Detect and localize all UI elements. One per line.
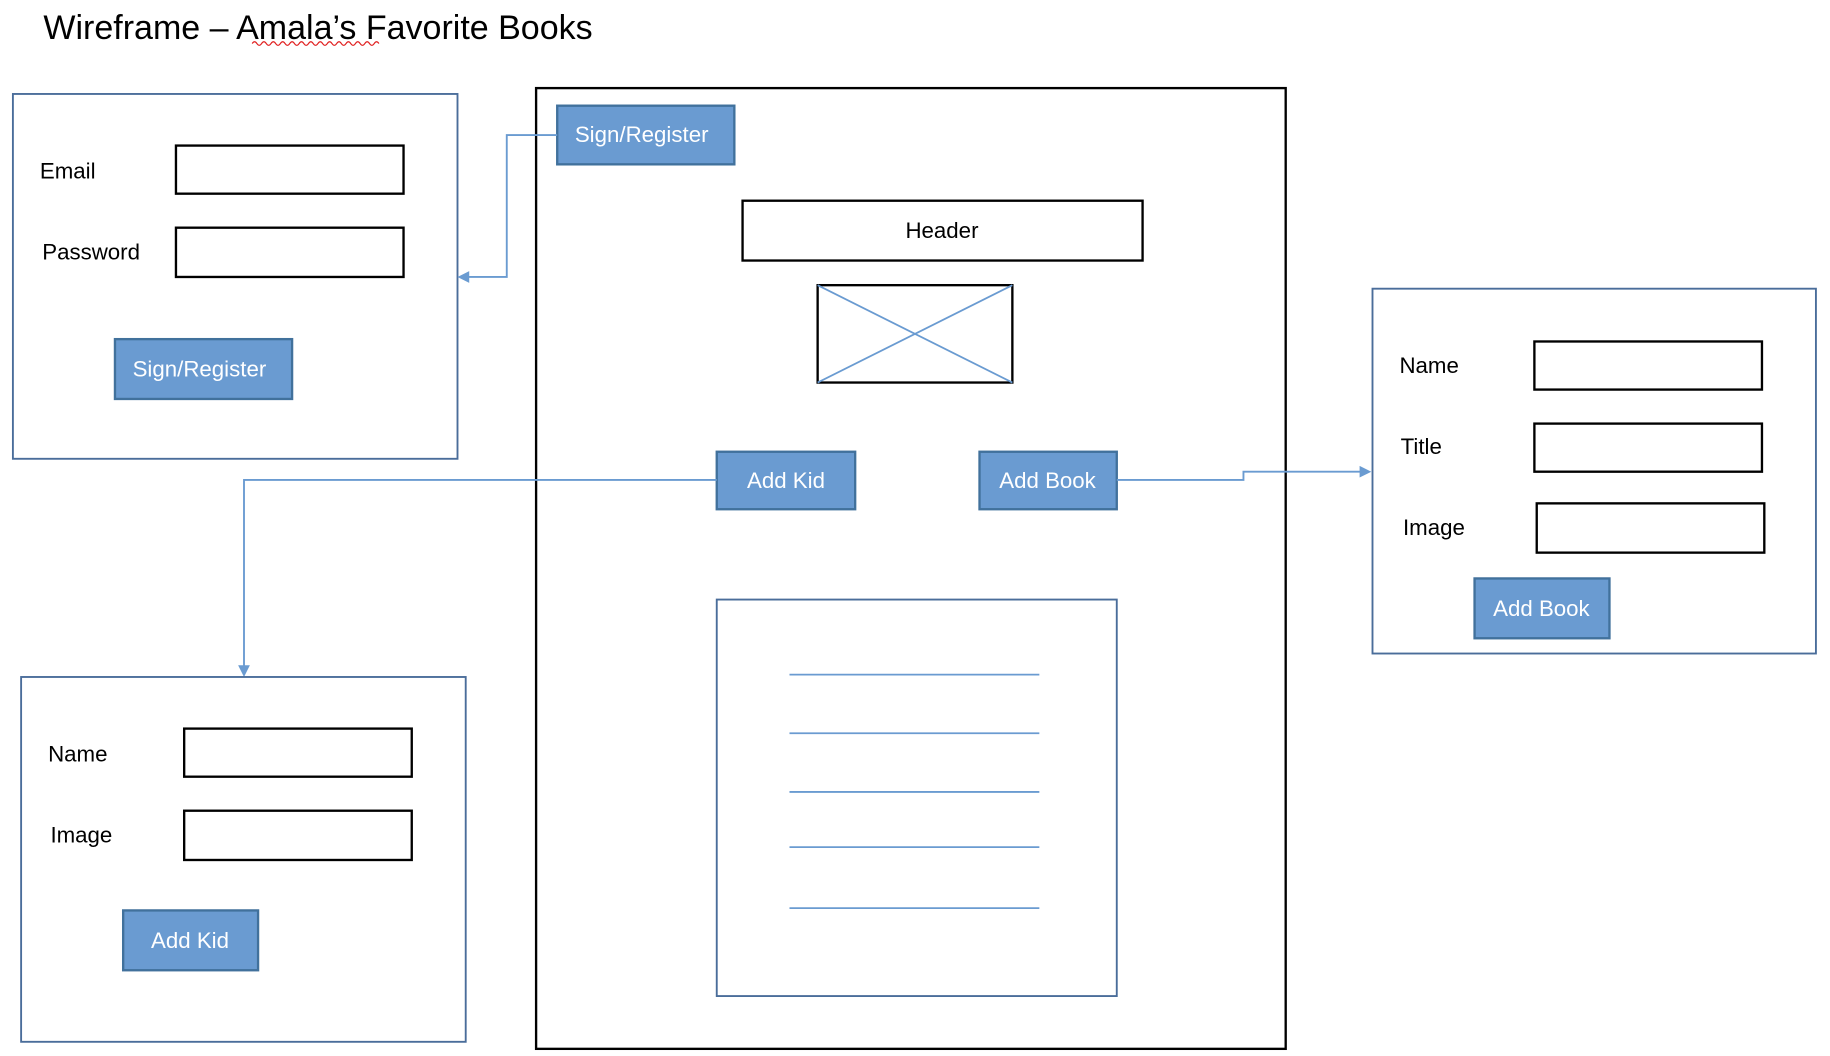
login-panel: Email Password Sign/Register (11, 93, 459, 460)
login-sign-register-button[interactable]: Sign/Register (113, 337, 294, 401)
book-image-label: Image (1403, 515, 1465, 540)
email-field[interactable] (174, 144, 405, 195)
book-title-label: Title (1401, 434, 1442, 459)
add-book-panel: Name Title Image Add Book (1371, 287, 1817, 655)
book-form-add-book-button[interactable]: Add Book (1473, 577, 1611, 640)
svg-text:Sign/Register: Sign/Register (575, 122, 709, 147)
page-title: Wireframe – Amala’s Favorite Books (43, 9, 592, 47)
kid-image-field[interactable] (183, 809, 413, 862)
svg-text:Add Book: Add Book (999, 468, 1096, 493)
svg-text:Add Kid: Add Kid (747, 468, 825, 493)
kid-image-label: Image (50, 822, 112, 847)
book-list-box (715, 598, 1118, 997)
book-title-field[interactable] (1533, 422, 1764, 473)
kid-name-field[interactable] (183, 727, 413, 778)
kid-name-label: Name (48, 741, 107, 766)
svg-text:Add Book: Add Book (1493, 596, 1590, 621)
svg-text:Sign/Register: Sign/Register (133, 357, 267, 382)
book-image-field[interactable] (1535, 502, 1766, 554)
add-kid-panel: Name Image Add Kid (20, 676, 467, 1043)
add-kid-button[interactable]: Add Kid (715, 450, 857, 511)
main-page-frame: Sign/Register Header Add Kid Add Book (534, 86, 1287, 1051)
password-label: Password (42, 239, 140, 264)
svg-text:Add Kid: Add Kid (151, 928, 229, 953)
wireframe-canvas: Wireframe – Amala’s Favorite Books Email… (11, 9, 1817, 1051)
kid-form-add-kid-button[interactable]: Add Kid (122, 909, 260, 972)
book-name-field[interactable] (1533, 340, 1764, 391)
password-field[interactable] (174, 226, 405, 279)
add-book-button[interactable]: Add Book (978, 450, 1118, 511)
email-label: Email (40, 158, 96, 183)
header-label: Header (905, 218, 979, 243)
main-sign-register-button[interactable]: Sign/Register (556, 104, 736, 166)
image-placeholder-icon (816, 284, 1014, 384)
book-name-label: Name (1399, 353, 1458, 378)
